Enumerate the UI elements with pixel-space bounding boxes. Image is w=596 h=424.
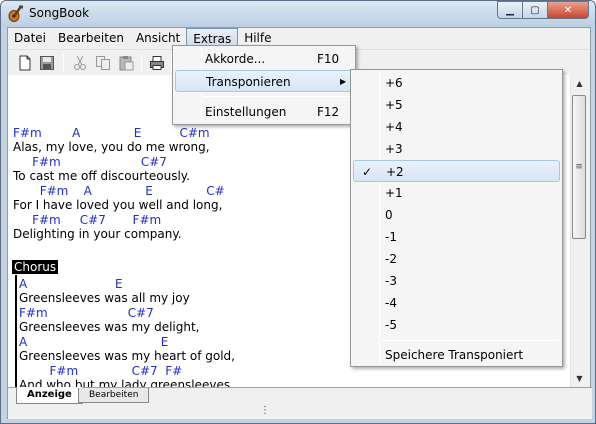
status-bar: ⋮ [8,405,592,419]
paste-icon[interactable] [118,55,134,71]
title-bar[interactable]: SongBook ▁ ▢ ✕ [1,1,595,27]
tab-bearbeiten[interactable]: Bearbeiten [78,388,150,403]
minimize-button[interactable]: ▁ [497,1,523,19]
size-grip-icon[interactable]: ⋮ [260,405,270,416]
transpose-item[interactable]: +1 [353,182,560,204]
menu-item-akkorde[interactable]: Akkorde... F10 [175,48,353,70]
lyric-line: For I have loved you well and long, [13,198,223,212]
transpose-item[interactable]: -5 [353,314,560,336]
scroll-up-arrow-icon[interactable]: ▲ [571,75,588,92]
menu-separator [381,340,558,341]
transpose-item[interactable]: +5 [353,94,560,116]
chord-line: A E [19,335,169,349]
chord-line: F#m C#7 [19,306,154,320]
menu-separator [203,96,351,97]
menu-datei[interactable]: Datei [8,28,52,48]
transpose-menu: +6 +5 +4 +3 ✓ +2 +1 0 -1 -2 -3 -4 -5 Spe… [350,69,563,367]
submenu-arrow-icon: ▶ [340,77,347,86]
vertical-scrollbar[interactable]: ▲ ≡ ▼ [570,75,587,387]
transpose-item[interactable]: -4 [353,292,560,314]
chorus-bar [15,275,17,387]
save-icon[interactable] [39,55,55,71]
chord-line: F#m C#7 [13,155,167,169]
checkmark-icon: ✓ [362,165,373,179]
new-file-icon[interactable] [17,55,33,71]
cut-icon[interactable] [72,55,88,71]
toolbar-separator [141,54,142,72]
chord-line: F#m C#7 F# [19,364,183,378]
lyric-line: Alas, my love, you do me wrong, [13,140,210,154]
chord-line: F#m C#7 F#m [13,213,162,227]
transpose-item[interactable]: -1 [353,226,560,248]
transpose-item[interactable]: +4 [353,116,560,138]
transpose-item[interactable]: +3 [353,138,560,160]
close-button[interactable]: ✕ [547,1,589,19]
chord-line: F#m A E C# [13,184,225,198]
lyric-line: To cast me off discourteously. [13,169,190,183]
menu-item-transponieren[interactable]: Transponieren ▶ [175,70,353,92]
lyric-line: And who but my lady greensleeves. [19,378,234,387]
transpose-item[interactable]: -3 [353,270,560,292]
tab-strip: Anzeige Bearbeiten [8,387,592,407]
chorus-label: Chorus [12,260,59,274]
menu-item-einstellungen[interactable]: Einstellungen F12 [175,101,353,123]
extras-menu: Akkorde... F10 Transponieren ▶ Einstellu… [172,45,356,125]
lyric-line: Greensleeves was my delight, [19,320,200,334]
chord-line: A E [19,277,123,291]
lyric-line: Greensleeves was my heart of gold, [19,349,235,363]
window-controls: ▁ ▢ ✕ [497,1,589,19]
lyric-line: Greensleeves was all my joy [19,291,190,305]
lyric-line: Delighting in your company. [13,227,182,241]
transpose-item[interactable]: -2 [353,248,560,270]
guitar-app-icon [8,5,23,22]
save-transposed-item[interactable]: Speichere Transponiert [353,344,560,366]
maximize-button[interactable]: ▢ [522,1,548,19]
menu-bearbeiten[interactable]: Bearbeiten [52,28,130,48]
transpose-item-checked[interactable]: ✓ +2 [353,160,560,182]
transpose-item[interactable]: +6 [353,72,560,94]
chord-line: F#m A E C#m [13,126,210,140]
scroll-thumb[interactable]: ≡ [572,95,586,239]
window-title: SongBook [29,6,90,20]
copy-icon[interactable] [95,55,111,71]
toolbar-separator [63,54,64,72]
scroll-down-arrow-icon[interactable]: ▼ [571,370,588,387]
transpose-item[interactable]: 0 [353,204,560,226]
print-icon[interactable] [149,55,165,71]
tab-anzeige[interactable]: Anzeige [16,387,83,404]
